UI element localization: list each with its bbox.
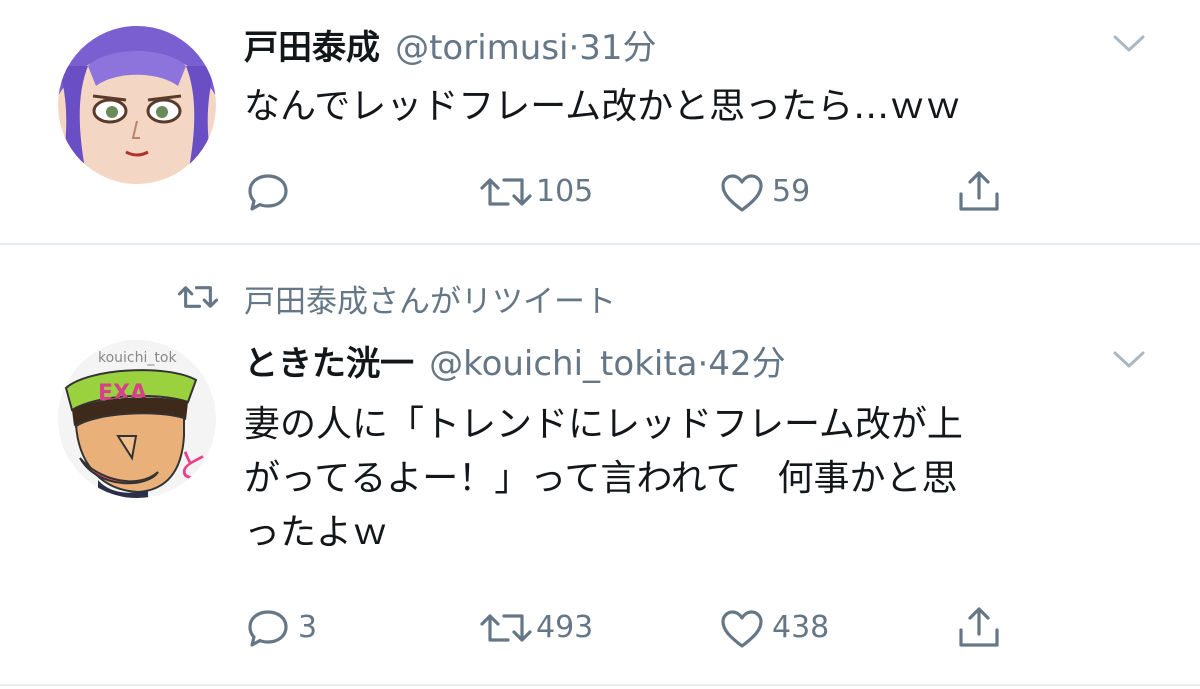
retweet-count: 105 (536, 174, 594, 209)
avatar[interactable] (58, 26, 216, 184)
avatar[interactable]: kouichi_tok EXA と (58, 340, 216, 498)
tweet-text: なんでレッドフレーム改かと思ったら…ｗｗ (244, 86, 962, 127)
reply-button[interactable] (246, 170, 290, 214)
share-icon (959, 171, 999, 211)
anime-girl-avatar-icon (58, 26, 216, 184)
avatar-caption: kouichi_tok (98, 350, 177, 366)
share-button[interactable] (956, 604, 1002, 650)
meta-dot: · (697, 344, 709, 384)
tweet-separator (0, 243, 1200, 245)
retweet-count: 493 (536, 610, 594, 645)
timestamp[interactable]: 42分 (708, 344, 785, 384)
cartoon-man-avatar-icon: kouichi_tok EXA と (58, 340, 216, 498)
display-name[interactable]: ときた洸一 (244, 344, 414, 384)
like-count: 438 (772, 610, 830, 645)
avatar-side-text: と (176, 447, 210, 487)
retweet-button[interactable] (478, 170, 534, 214)
handle[interactable]: @kouichi_tokita (429, 344, 697, 384)
retweet-icon (480, 178, 532, 206)
reply-icon (248, 610, 288, 647)
tweet-text: 妻の人に「トレンドにレッドフレーム改が上 がってるよー！」って言われて 何事かと… (244, 404, 963, 553)
like-button[interactable] (720, 608, 764, 650)
meta-dot: · (568, 28, 580, 68)
heart-icon (721, 174, 763, 212)
retweet-icon (480, 614, 532, 642)
handle[interactable]: @torimusi (395, 28, 568, 68)
share-button[interactable] (956, 168, 1002, 214)
tweet-separator (0, 684, 1200, 686)
reply-button[interactable] (246, 606, 290, 650)
reply-icon (248, 174, 288, 211)
retweet-indicator-icon (176, 280, 220, 314)
share-icon (959, 607, 999, 647)
heart-icon (721, 610, 763, 648)
timestamp[interactable]: 31分 (579, 28, 656, 68)
retweet-button[interactable] (478, 606, 534, 650)
retweeted-by-label[interactable]: 戸田泰成さんがリツイート (244, 276, 616, 321)
like-button[interactable] (720, 172, 764, 214)
display-name[interactable]: 戸田泰成 (244, 28, 380, 68)
chevron-down-icon[interactable] (1112, 350, 1146, 370)
like-count: 59 (772, 174, 811, 209)
reply-count: 3 (298, 610, 318, 645)
chevron-down-icon[interactable] (1112, 34, 1146, 54)
